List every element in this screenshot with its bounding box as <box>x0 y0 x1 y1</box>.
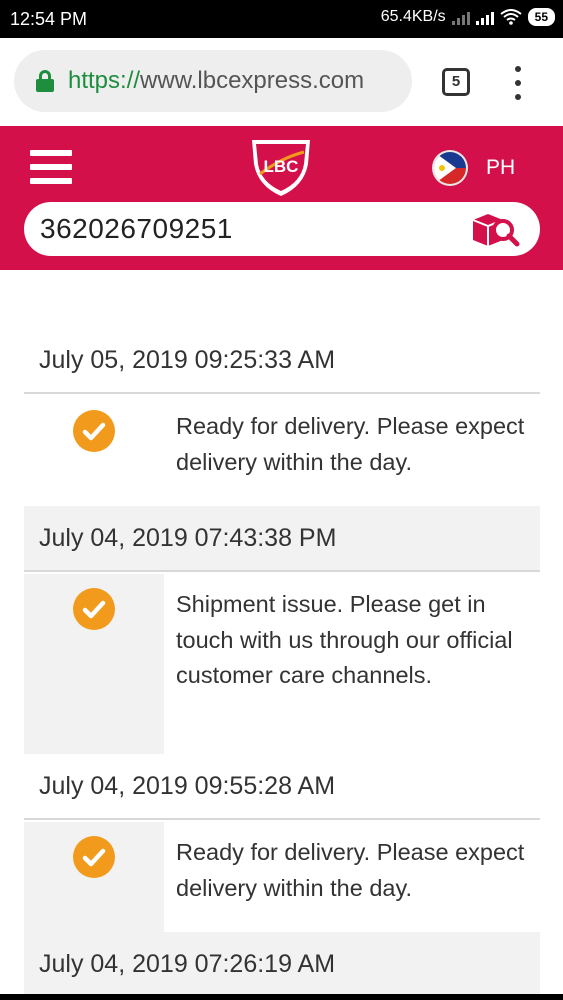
site-header: LBC PH <box>0 126 563 270</box>
country-selector[interactable]: PH <box>486 156 515 180</box>
timeline-status-text: Shipment issue. Please get in touch with… <box>176 591 513 688</box>
timeline-event-row: Ready for delivery. Please expect delive… <box>24 822 540 932</box>
lbc-logo[interactable]: LBC <box>246 134 316 198</box>
signal-icon-sim2 <box>451 9 470 25</box>
tracking-search-box <box>24 202 540 256</box>
track-package-icon[interactable] <box>470 210 520 248</box>
lock-icon <box>36 70 54 92</box>
system-nav-edge <box>0 994 563 1000</box>
signal-icon <box>475 9 494 25</box>
timeline-icon-cell <box>24 396 164 506</box>
tracking-timeline: July 05, 2019 09:25:33 AM Ready for deli… <box>0 270 563 1000</box>
timeline-date-row: July 04, 2019 09:55:28 AM <box>24 754 540 820</box>
battery-icon: 55 <box>527 8 555 26</box>
timeline-date-row: July 05, 2019 09:25:33 AM <box>24 328 540 394</box>
check-circle-icon <box>73 836 115 878</box>
hamburger-menu-icon[interactable] <box>30 150 72 184</box>
url-scheme: https:// <box>68 67 141 94</box>
timeline-icon-cell <box>24 574 164 754</box>
svg-text:LBC: LBC <box>264 157 299 176</box>
timeline-event-row: Shipment issue. Please get in touch with… <box>24 574 540 754</box>
timeline-event-row: Ready for delivery. Please expect delive… <box>24 396 540 506</box>
status-time: 12:54 PM <box>10 9 88 29</box>
timeline-date: July 04, 2019 07:26:19 AM <box>39 950 336 978</box>
timeline-date: July 05, 2019 09:25:33 AM <box>39 346 336 374</box>
wifi-icon <box>500 9 522 25</box>
tracking-number-input[interactable] <box>40 209 460 249</box>
status-bar: 12:54 PM 65.4KB/s 55 <box>0 0 563 38</box>
timeline-date: July 04, 2019 09:55:28 AM <box>39 772 336 800</box>
timeline-status-text: Ready for delivery. Please expect delive… <box>176 413 525 475</box>
browser-toolbar: https://www.lbcexpress.com 5 <box>0 38 563 126</box>
network-speed: 65.4KB/s <box>380 8 446 25</box>
timeline-status-text: Ready for delivery. Please expect delive… <box>176 839 525 901</box>
timeline-date: July 04, 2019 07:43:38 PM <box>39 524 337 552</box>
timeline-icon-cell <box>24 822 164 932</box>
tab-switcher-button[interactable]: 5 <box>442 68 470 96</box>
timeline-date-row: July 04, 2019 07:26:19 AM <box>24 932 540 1000</box>
url-text[interactable]: https://www.lbcexpress.com <box>68 67 364 95</box>
check-circle-icon <box>73 588 115 630</box>
url-host: www.lbcexpress.com <box>140 67 365 94</box>
timeline-date-row: July 04, 2019 07:43:38 PM <box>24 506 540 572</box>
address-bar[interactable]: https://www.lbcexpress.com <box>14 50 412 112</box>
overflow-menu-icon[interactable] <box>512 66 524 100</box>
check-circle-icon <box>73 410 115 452</box>
philippines-flag-icon[interactable] <box>434 152 466 184</box>
status-indicators: 65.4KB/s 55 <box>381 8 555 26</box>
